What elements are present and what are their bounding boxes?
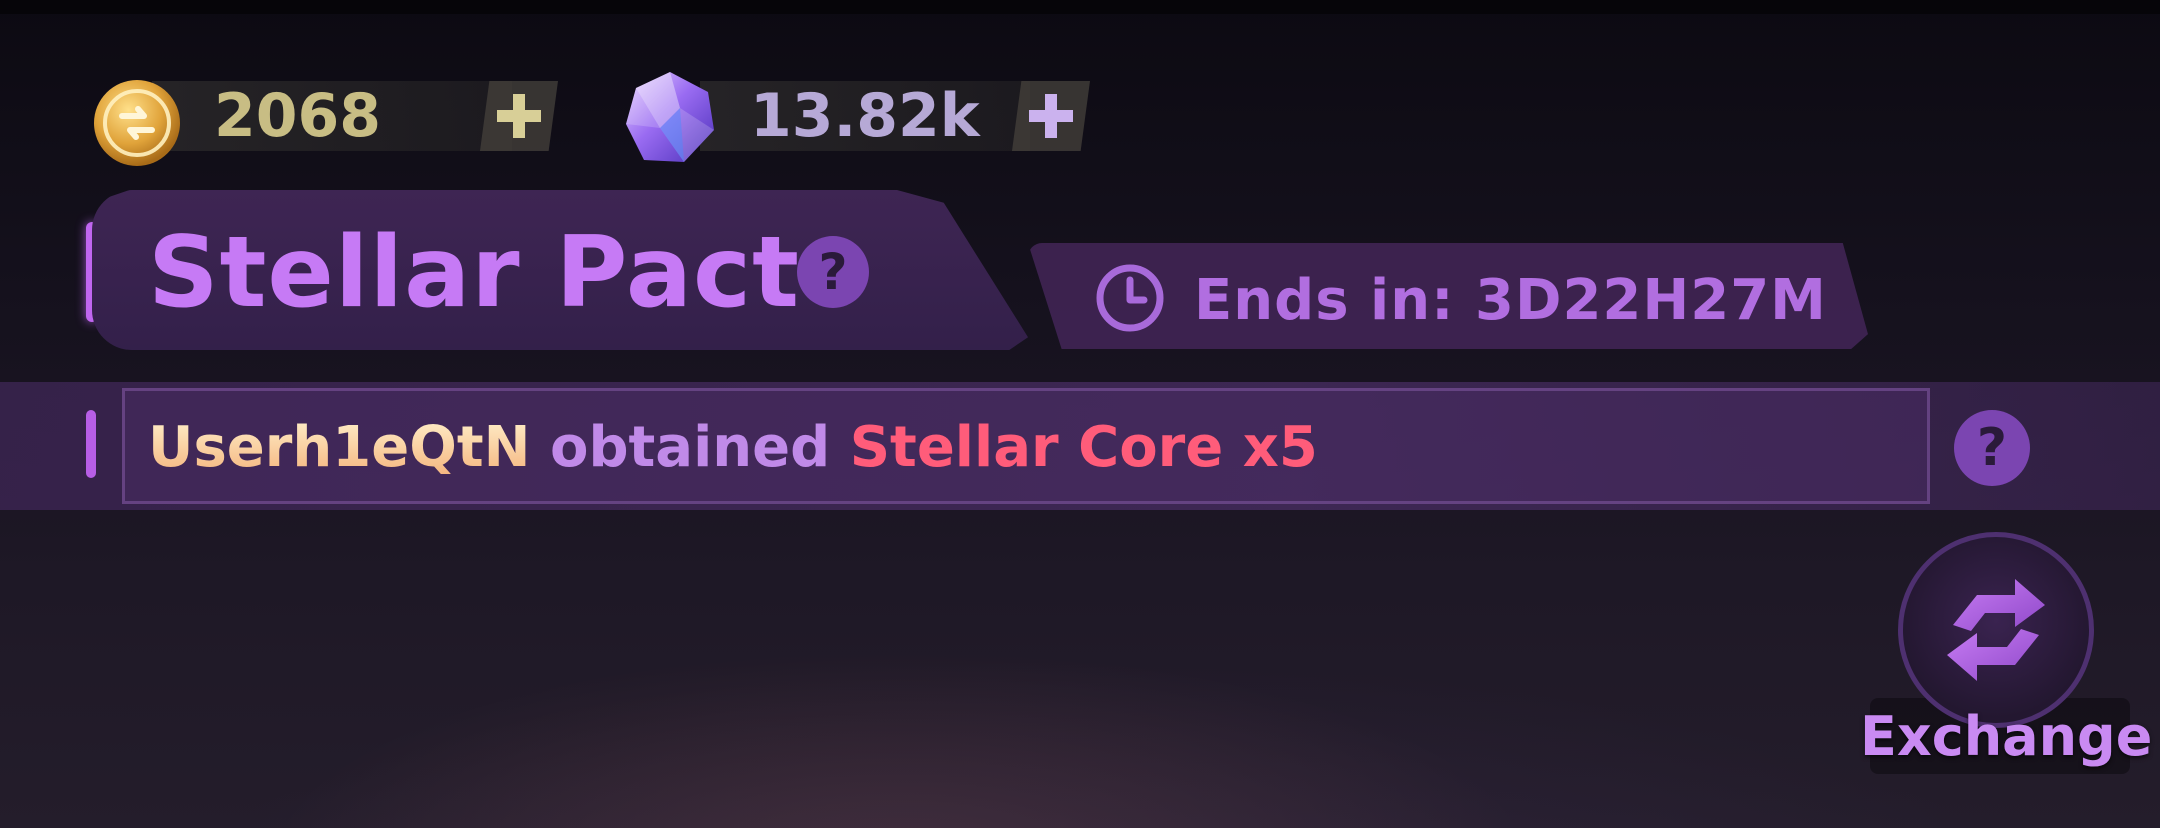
gem-value: 13.82k [750, 81, 980, 151]
page-title: Stellar Pact [148, 216, 800, 330]
coin-currency: 2068 [92, 78, 562, 166]
help-symbol: ? [1976, 418, 2008, 478]
top-shade [0, 0, 2160, 14]
exchange-label: Exchange [1860, 705, 2153, 768]
timer-text: Ends in: 3D22H27M [1194, 268, 1827, 333]
coin-add-button[interactable] [480, 81, 558, 151]
help-symbol: ? [818, 243, 848, 301]
exchange-button[interactable]: Exchange [1860, 530, 2153, 780]
coin-value: 2068 [214, 81, 381, 151]
announcement-text: Userh1eQtN obtained Stellar Core x5 [148, 420, 1318, 476]
clock-icon [1094, 262, 1166, 334]
plus-icon [1029, 94, 1073, 138]
announcement-item: Stellar Core x5 [849, 415, 1318, 480]
plus-icon [497, 94, 541, 138]
announcement-help-icon[interactable]: ? [1954, 410, 2030, 486]
announcement-accent [86, 410, 96, 478]
gem-icon [620, 68, 720, 168]
announcement-user: Userh1eQtN [148, 415, 531, 480]
gem-add-button[interactable] [1012, 81, 1090, 151]
gem-currency: 13.82k [620, 68, 1100, 163]
exchange-circle [1898, 532, 2094, 728]
title-help-icon[interactable]: ? [797, 236, 869, 308]
exchange-icon [1947, 579, 2045, 681]
coin-icon [92, 78, 182, 168]
announcement-verb: obtained [549, 415, 831, 480]
